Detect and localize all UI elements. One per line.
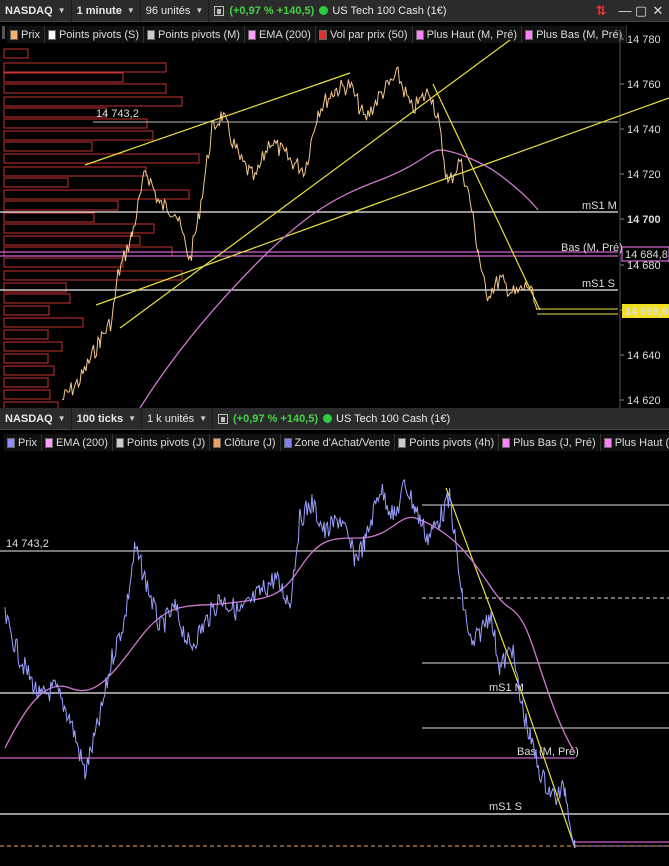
volume-bar [3,389,51,400]
price-line [4,479,576,849]
price-badge-yellow-label: 14 659,9 [625,306,668,318]
volume-bar [3,270,183,281]
volume-bar [3,48,29,59]
ms1-m-label: mS1 M [582,200,617,212]
axis-tick-label: 14 700 [627,214,661,226]
volume-bar [3,257,124,268]
bas-label: Bas (M, Pré) [517,746,579,758]
price-badge-pink-label: 14 684,8 [625,249,668,261]
bas-label: Bas (M, Pré) [561,242,623,254]
trend-line [119,39,511,329]
ms1-s-label: mS1 S [582,278,615,290]
volume-bar [3,177,69,188]
trend-line [432,83,541,311]
level-label: 14 743,2 [96,108,139,120]
volume-bar [3,329,49,340]
axis-tick-label: 14 680 [627,260,661,272]
price-chart-1[interactable]: 14 78014 76014 74014 72014 70014 68014 6… [0,0,669,410]
volume-bar [3,107,107,118]
trend-line [519,687,576,849]
volume-bar [3,317,84,328]
chart-panel-1min[interactable]: NASDAQ ▼ 1 minute ▼ 96 unités ▼ (+0,97 %… [0,0,669,410]
trend-line [445,487,521,689]
volume-bar [3,166,147,177]
axis-tick-label: 14 620 [627,395,661,407]
volume-bar [3,235,141,246]
volume-bar [3,200,119,211]
volume-bar [3,293,71,304]
chart-panel-ticks[interactable]: NASDAQ ▼ 100 ticks ▼ 1 k unités ▼ (+0,97… [0,408,669,866]
volume-bar [3,141,93,152]
volume-bar [3,341,63,352]
volume-bar [3,62,167,73]
volume-bar [3,72,124,83]
volume-bar [3,282,67,293]
volume-bar [3,212,95,223]
volume-bar [3,96,183,107]
axis-tick-label: 14 780 [627,34,661,46]
axis-tick-label: 14 760 [627,79,661,91]
price-chart-2[interactable]: 14 743,2mS1 MBas (M, Pré)mS1 S [0,408,669,866]
ema-line [4,516,576,754]
volume-bar [3,153,200,164]
axis-tick-label: 14 640 [627,350,661,362]
volume-bar [3,83,167,94]
axis-tick-label: 14 720 [627,169,661,181]
ms1-s-label: mS1 S [489,801,522,813]
axis-tick-label: 14 740 [627,124,661,136]
volume-bar [3,377,49,388]
volume-bar [3,189,190,200]
level-label: 14 743,2 [6,538,49,550]
volume-bar [3,118,148,129]
volume-bar [3,353,49,364]
ema-line [139,149,539,409]
volume-bar [3,305,50,316]
volume-bar [3,130,154,141]
volume-bar [3,365,55,376]
